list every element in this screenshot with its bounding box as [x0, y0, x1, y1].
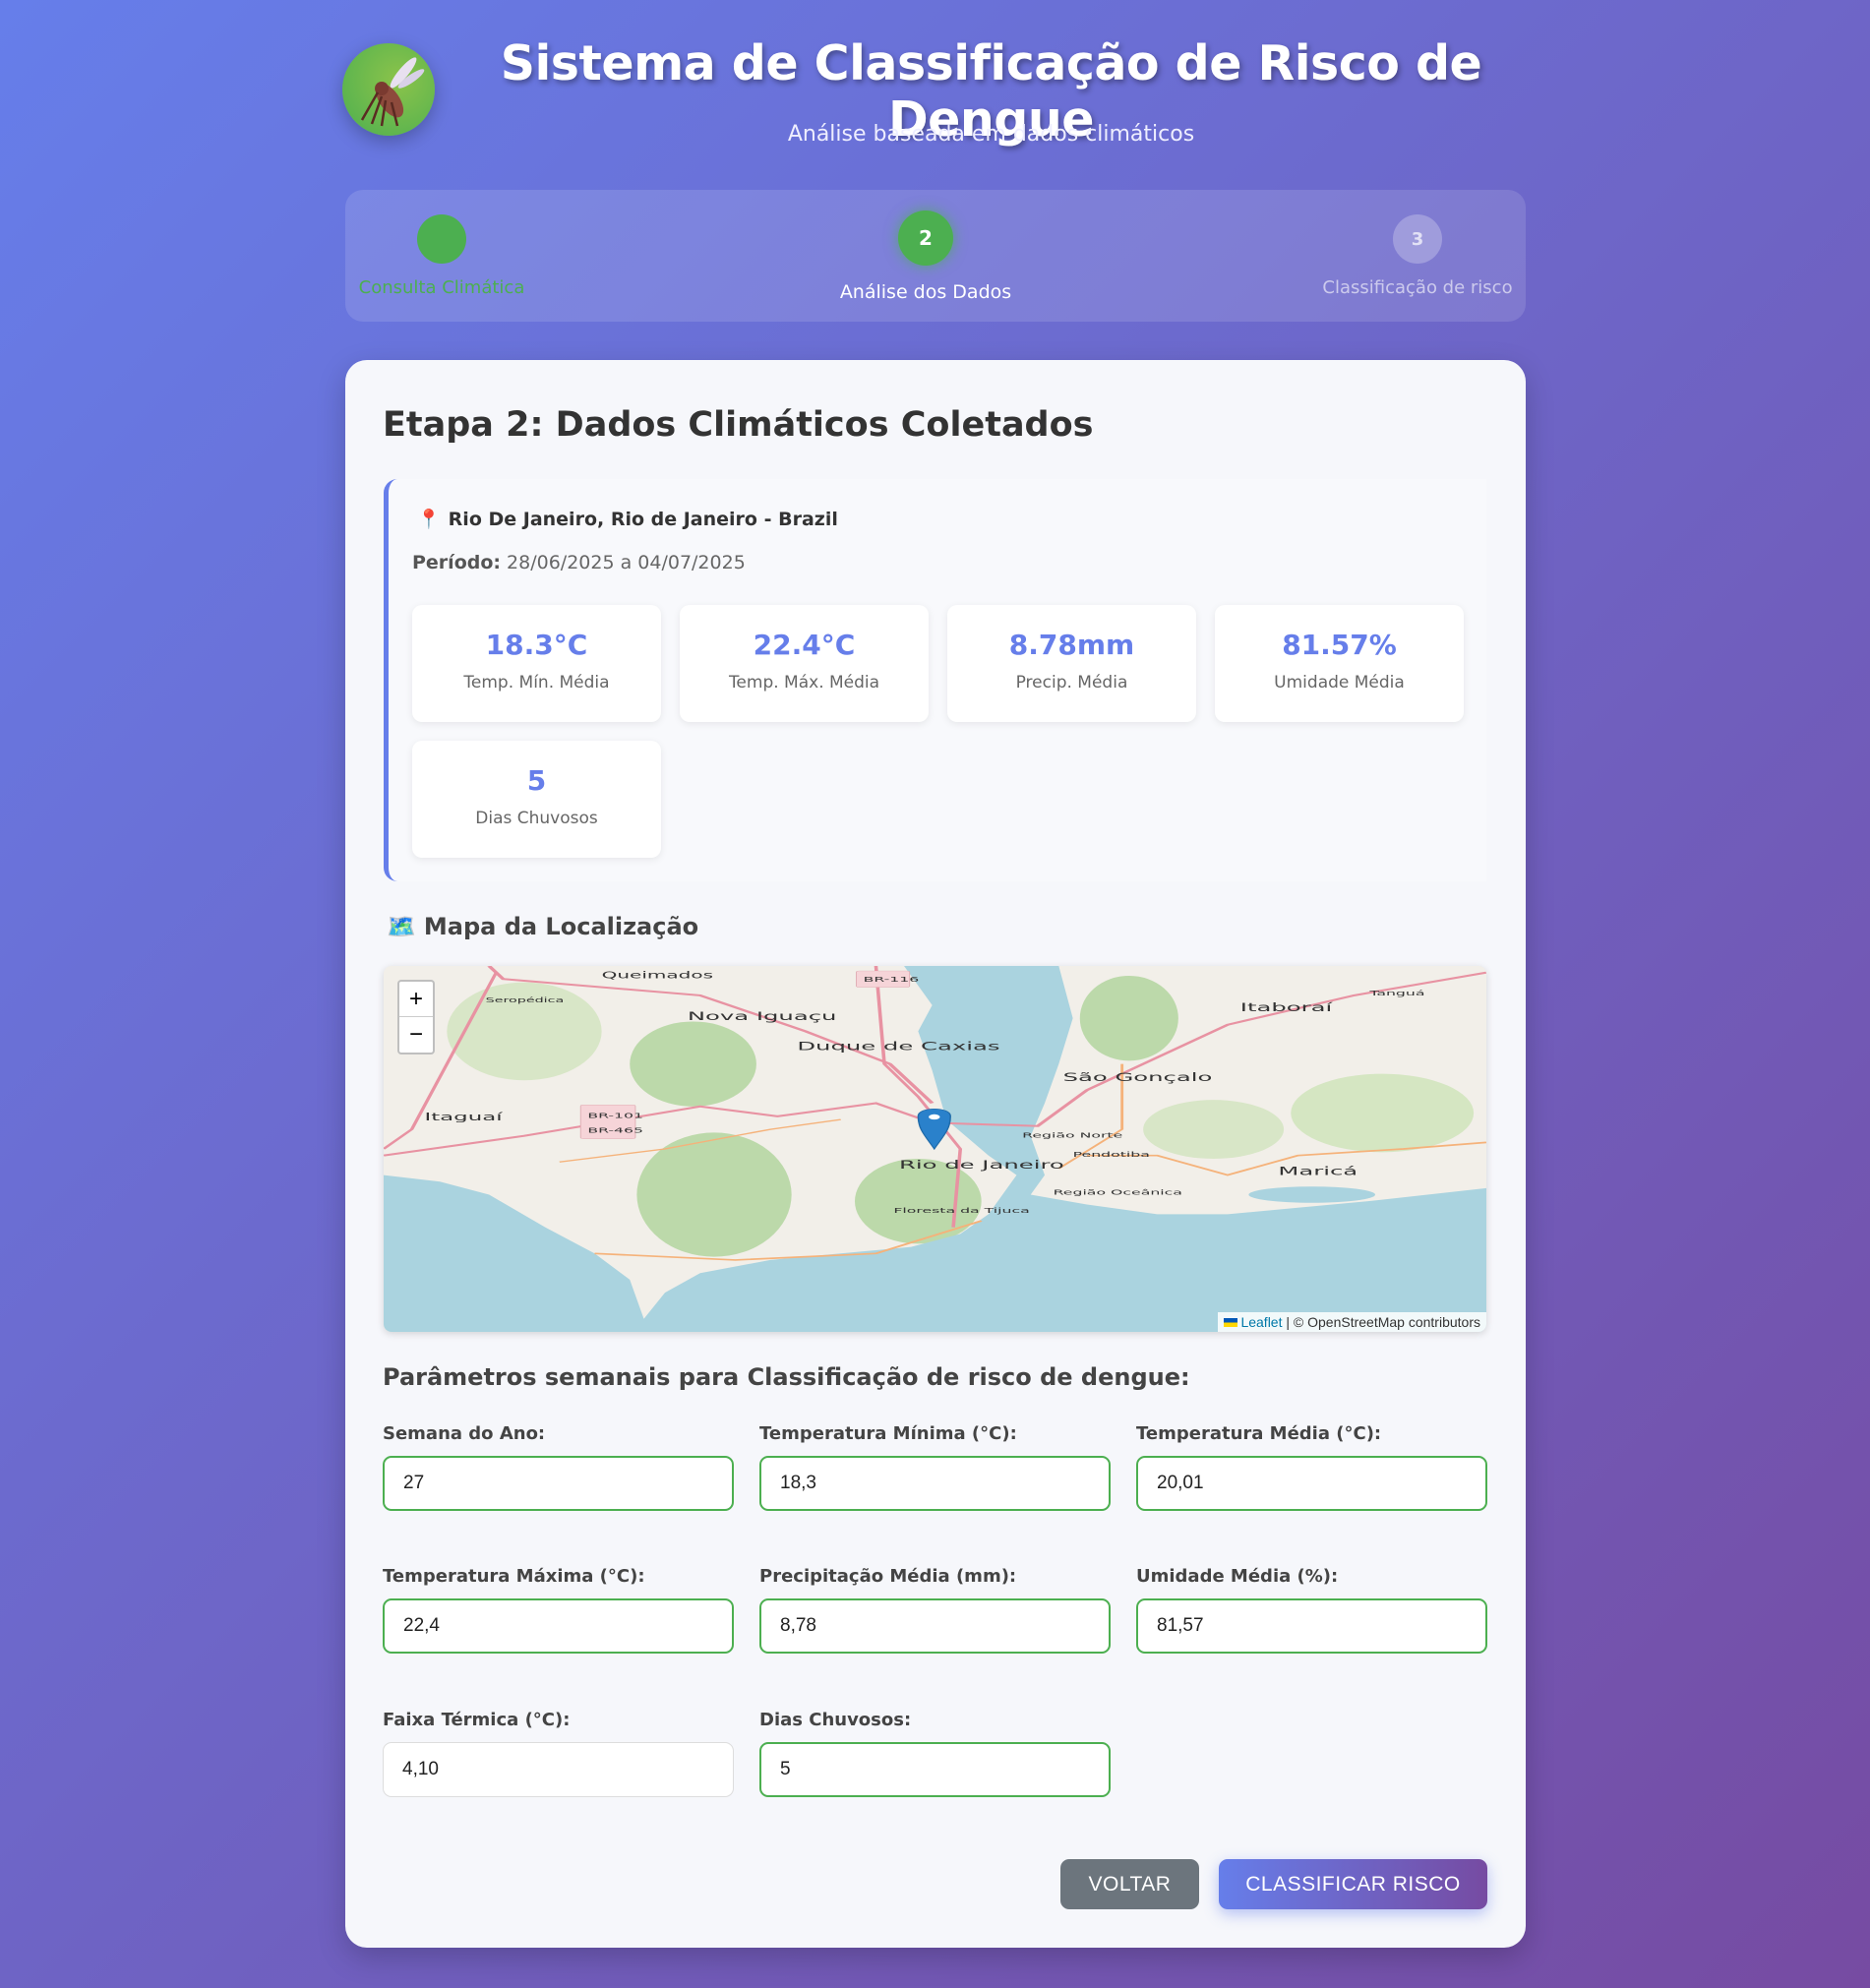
location-name: Rio De Janeiro, Rio de Janeiro - Brazil [448, 509, 838, 530]
map-label: Tanguá [1368, 989, 1424, 996]
step-label: Consulta Climática [358, 277, 525, 298]
progress-steps: Consulta Climática 2 Análise dos Dados 3… [345, 190, 1526, 322]
map-label: Duque de Caxias [797, 1041, 999, 1054]
map-label: Pendotiba [1073, 1150, 1150, 1158]
page-subtitle: Análise baseada em dados climáticos [787, 122, 1195, 147]
ukraine-flag-icon [1224, 1318, 1238, 1327]
stat-label: Temp. Máx. Média [728, 673, 880, 693]
stat-value: 5 [526, 764, 547, 797]
step-label: Classificação de risco [1322, 277, 1513, 298]
stat-card-humidity: 81.57% Umidade Média [1215, 605, 1464, 722]
osm-attribution: | © OpenStreetMap contributors [1286, 1314, 1480, 1330]
temp-max-label: Temperatura Máxima (°C): [383, 1566, 645, 1587]
stat-label: Temp. Mín. Média [463, 673, 610, 693]
map-label: São Gonçalo [1063, 1071, 1213, 1084]
map-label: Queimados [602, 970, 713, 981]
map-label: Região Oceânica [1054, 1188, 1182, 1196]
temp-min-label: Temperatura Mínima (°C): [759, 1423, 1017, 1444]
map-tiles[interactable]: Queimados Seropédica Nova Iguaçu Duque d… [384, 966, 1486, 1332]
thermal-range-label: Faixa Térmica (°C): [383, 1710, 571, 1730]
stat-card-rainy-days: 5 Dias Chuvosos [412, 741, 661, 858]
temp-min-input[interactable] [759, 1456, 1111, 1511]
precip-input[interactable] [759, 1598, 1111, 1654]
params-heading: Parâmetros semanais para Classificação d… [383, 1363, 1190, 1391]
back-button[interactable]: VOLTAR [1060, 1859, 1199, 1909]
stat-value: 81.57% [1282, 629, 1397, 661]
map-heading-text: Mapa da Localização [423, 913, 699, 940]
rainy-days-label: Dias Chuvosos: [759, 1710, 912, 1730]
road-shield: BR-116 [864, 975, 920, 983]
stat-label: Umidade Média [1274, 673, 1405, 693]
location-map[interactable]: Queimados Seropédica Nova Iguaçu Duque d… [384, 966, 1486, 1332]
period-label: Período: [412, 552, 501, 573]
map-label: Região Norte [1022, 1131, 1122, 1139]
stat-card-temp-min: 18.3°C Temp. Mín. Média [412, 605, 661, 722]
period-value: 28/06/2025 a 04/07/2025 [507, 552, 746, 573]
step-number: 2 [898, 211, 953, 266]
stat-label: Dias Chuvosos [475, 809, 598, 828]
stat-value: 18.3°C [485, 629, 588, 661]
map-label: Floresta da Tijuca [893, 1206, 1029, 1214]
map-label: Itaguaí [424, 1111, 503, 1123]
zoom-control: + − [397, 980, 435, 1054]
road-shield: BR-101 [587, 1112, 643, 1119]
humidity-label: Umidade Média (%): [1136, 1566, 1339, 1587]
map-label: Nova Iguaçu [688, 1010, 837, 1023]
zoom-out-button[interactable]: − [399, 1017, 433, 1053]
step-consulta: Consulta Climática [294, 214, 589, 298]
map-heading: 🗺️ Mapa da Localização [387, 913, 698, 940]
road-shield: BR-465 [587, 1126, 643, 1134]
stat-value: 22.4°C [753, 629, 856, 661]
temp-avg-label: Temperatura Média (°C): [1136, 1423, 1382, 1444]
thermal-range-input[interactable] [383, 1742, 734, 1797]
step-number: 3 [1393, 214, 1442, 264]
map-attribution: Leaflet | © OpenStreetMap contributors [1218, 1312, 1486, 1332]
location-text: 📍 Rio De Janeiro, Rio de Janeiro - Brazil [417, 508, 838, 530]
temp-avg-input[interactable] [1136, 1456, 1487, 1511]
step-classificacao: 3 Classificação de risco [1270, 214, 1565, 298]
map-label: Itaboraí [1240, 1001, 1333, 1014]
temp-max-input[interactable] [383, 1598, 734, 1654]
period-text: Período: 28/06/2025 a 04/07/2025 [412, 552, 746, 573]
step-analise: 2 Análise dos Dados [778, 211, 1073, 303]
mosquito-logo-icon [342, 43, 435, 136]
leaflet-link[interactable]: Leaflet [1240, 1314, 1282, 1330]
stat-label: Precip. Média [1015, 673, 1128, 693]
pin-icon: 📍 [417, 509, 441, 530]
map-label: Seropédica [486, 996, 565, 1004]
map-icon: 🗺️ [387, 913, 416, 940]
stat-card-precip: 8.78mm Precip. Média [947, 605, 1196, 722]
zoom-in-button[interactable]: + [399, 982, 433, 1017]
step-label: Análise dos Dados [839, 281, 1012, 303]
stat-card-temp-max: 22.4°C Temp. Máx. Média [680, 605, 929, 722]
stat-value: 8.78mm [1008, 629, 1135, 661]
map-label: Rio de Janeiro [899, 1159, 1064, 1172]
step-complete-indicator [417, 214, 466, 264]
week-input[interactable] [383, 1456, 734, 1511]
humidity-input[interactable] [1136, 1598, 1487, 1654]
section-heading: Etapa 2: Dados Climáticos Coletados [383, 405, 1094, 445]
precip-label: Precipitação Média (mm): [759, 1566, 1017, 1587]
week-label: Semana do Ano: [383, 1423, 546, 1444]
map-label: Maricá [1278, 1165, 1357, 1177]
classify-risk-button[interactable]: CLASSIFICAR RISCO [1219, 1859, 1487, 1909]
rainy-days-input[interactable] [759, 1742, 1111, 1797]
